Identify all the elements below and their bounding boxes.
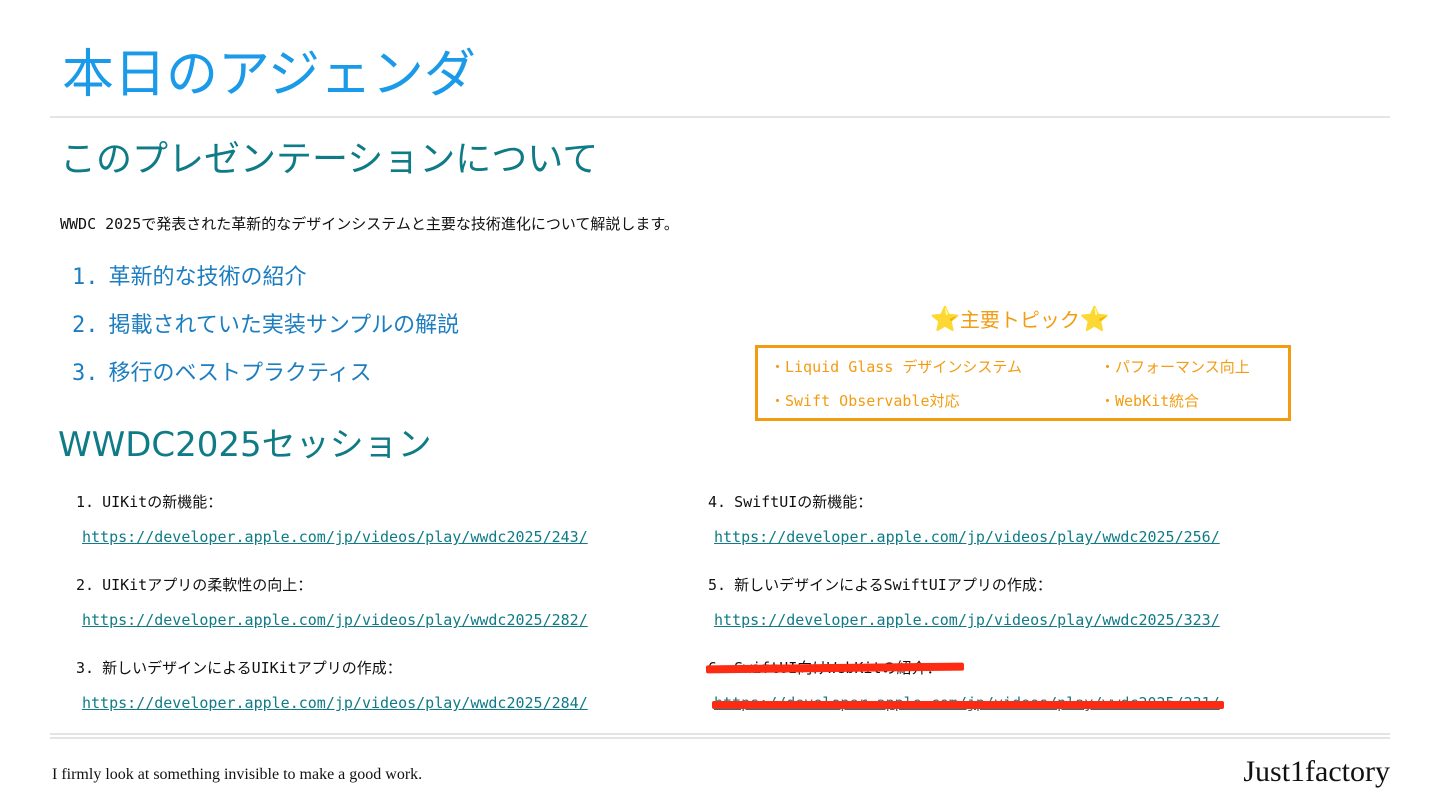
session-title-text: UIKitの新機能： (102, 493, 223, 511)
session-number: 1. (76, 493, 95, 511)
agenda-item-label: 移行のベストプラクティス (108, 361, 372, 386)
star-icon: ⭐ (1079, 305, 1110, 334)
agenda-item-label: 革新的な技術の紹介 (108, 265, 307, 290)
session-number: 4. (708, 493, 727, 511)
agenda-item-number: 2. (72, 313, 99, 338)
topics-box: ・Liquid Glass デザインシステム ・パフォーマンス向上 ・Swift… (755, 345, 1291, 421)
sessions-heading: WWDC2025セッション (58, 425, 432, 465)
session-link[interactable]: https://developer.apple.com/jp/videos/pl… (714, 526, 1328, 548)
session-item: 5. 新しいデザインによるSwiftUIアプリの作成： https://devel… (708, 573, 1328, 631)
session-title: 2. UIKitアプリの柔軟性の向上： (76, 573, 696, 597)
topic-item: ・Swift Observable対応 (770, 392, 960, 410)
session-title: 5. 新しいデザインによるSwiftUIアプリの作成： (708, 573, 1328, 597)
brand-logo: Just1factory (1243, 755, 1390, 788)
session-title: 4. SwiftUIの新機能： (708, 490, 1328, 514)
session-link[interactable]: https://developer.apple.com/jp/videos/pl… (82, 526, 696, 548)
topic-item: ・パフォーマンス向上 (1100, 358, 1250, 376)
session-item: 1. UIKitの新機能： https://developer.apple.com… (76, 490, 696, 548)
session-title-text: 新しいデザインによるSwiftUIアプリの作成： (734, 576, 1052, 594)
topics-title: ⭐主要トピック⭐ (930, 302, 1111, 337)
session-number: 2. (76, 576, 95, 594)
session-link[interactable]: https://developer.apple.com/jp/videos/pl… (82, 609, 696, 631)
topic-item: ・WebKit統合 (1100, 392, 1200, 410)
session-title-text: UIKitアプリの柔軟性の向上： (102, 576, 313, 594)
session-link[interactable]: https://developer.apple.com/jp/videos/pl… (82, 692, 696, 714)
agenda-item-label: 掲載されていた実装サンプルの解説 (108, 313, 460, 338)
agenda-item-number: 3. (72, 361, 99, 386)
session-item: 2. UIKitアプリの柔軟性の向上： https://developer.app… (76, 573, 696, 631)
session-item: 3. 新しいデザインによるUIKitアプリの作成： https://develop… (76, 656, 696, 714)
slide-title: 本日のアジェンダ (62, 45, 476, 105)
session-item: 4. SwiftUIの新機能： https://developer.apple.c… (708, 490, 1328, 548)
topics-title-text: 主要トピック (959, 308, 1080, 332)
star-icon: ⭐ (930, 305, 961, 334)
title-divider (50, 116, 1390, 118)
agenda-item: 1. 革新的な技術の紹介 (72, 258, 459, 306)
agenda-item: 3. 移行のベストプラクティス (72, 354, 459, 402)
strikeout-mark (712, 701, 1224, 709)
topic-item: ・Liquid Glass デザインシステム (770, 358, 1022, 376)
session-title-text: SwiftUIの新機能： (734, 493, 873, 511)
intro-text: WWDC 2025で発表された革新的なデザインシステムと主要な技術進化について解… (60, 215, 679, 233)
footer-tagline: I firmly look at something invisible to … (52, 766, 423, 783)
session-title: 3. 新しいデザインによるUIKitアプリの作成： (76, 656, 696, 680)
agenda-list: 1. 革新的な技術の紹介 2. 掲載されていた実装サンプルの解説 3. 移行のベストプ… (72, 258, 459, 402)
session-link[interactable]: https://developer.apple.com/jp/videos/pl… (714, 609, 1328, 631)
session-title: 1. UIKitの新機能： (76, 490, 696, 514)
footer-divider (50, 733, 1390, 739)
session-number: 3. (76, 659, 95, 677)
about-heading: このプレゼンテーションについて (60, 139, 599, 180)
session-title-text: 新しいデザインによるUIKitアプリの作成： (102, 659, 402, 677)
session-number: 5. (708, 576, 727, 594)
agenda-item-number: 1. (72, 265, 99, 290)
agenda-item: 2. 掲載されていた実装サンプルの解説 (72, 306, 459, 354)
